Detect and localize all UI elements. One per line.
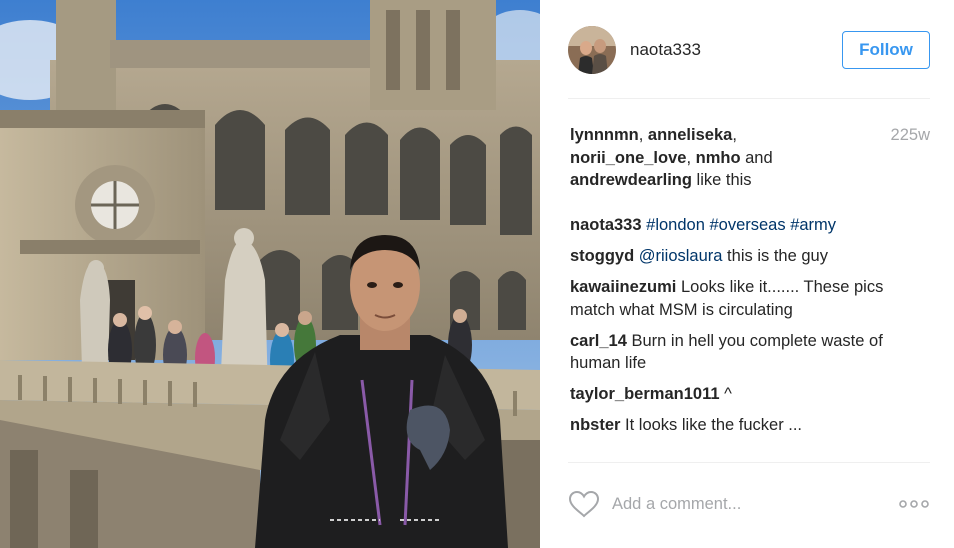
comment-username[interactable]: nbster	[570, 416, 620, 434]
comment-item: nbster It looks like the fucker ...	[570, 414, 930, 437]
post-header: naota333 Follow	[568, 24, 930, 76]
post-owner-username[interactable]: naota333	[630, 40, 701, 60]
liker-username[interactable]: norii_one_love	[570, 149, 686, 167]
liker-username[interactable]: andrewdearling	[570, 171, 692, 189]
comment-item: taylor_berman1011 ^	[570, 383, 930, 406]
comment-text: It looks like the fucker ...	[625, 416, 803, 434]
comment-username[interactable]: naota333	[570, 216, 642, 234]
add-comment-input[interactable]	[612, 494, 872, 514]
comment-username[interactable]: taylor_berman1011	[570, 385, 720, 403]
hashtag-link[interactable]: #overseas	[709, 216, 785, 234]
caption: naota333 #london #overseas #army	[570, 214, 930, 237]
post-side-panel: naota333 Follow lynnnmn, anneliseka, nor…	[540, 0, 954, 548]
avatar[interactable]	[568, 26, 616, 74]
mention-link[interactable]: @riioslaura	[639, 247, 723, 265]
comment-username[interactable]: kawaiinezumi	[570, 278, 676, 296]
comment-text: this is the guy	[722, 247, 828, 265]
post-photo[interactable]	[0, 0, 540, 548]
comment-item: carl_14 Burn in hell you complete waste …	[570, 330, 930, 375]
comment-list: naota333 #london #overseas #army stoggyd…	[570, 214, 930, 445]
header-divider	[568, 98, 930, 99]
follow-button[interactable]: Follow	[842, 31, 930, 69]
comment-text: ^	[724, 385, 732, 403]
comment-username[interactable]: stoggyd	[570, 247, 634, 265]
heart-outline-icon[interactable]	[568, 490, 600, 518]
post-actions	[568, 486, 930, 522]
post-age[interactable]: 225w	[891, 124, 930, 147]
footer-divider	[568, 462, 930, 463]
liker-username[interactable]: anneliseka	[648, 126, 732, 144]
comment-item: stoggyd @riioslaura this is the guy	[570, 245, 930, 268]
comment-item: kawaiinezumi Looks like it....... These …	[570, 276, 930, 321]
more-options-icon[interactable]	[898, 497, 930, 511]
avatar-photo-icon	[568, 26, 616, 74]
liker-username[interactable]: lynnnmn	[570, 126, 639, 144]
likes-summary: lynnnmn, anneliseka, norii_one_love, nmh…	[570, 126, 773, 189]
comment-username[interactable]: carl_14	[570, 332, 627, 350]
hashtag-link[interactable]: #army	[790, 216, 836, 234]
photo-illustration	[0, 0, 540, 548]
hashtag-link[interactable]: #london	[646, 216, 705, 234]
liker-username[interactable]: nmho	[696, 149, 741, 167]
